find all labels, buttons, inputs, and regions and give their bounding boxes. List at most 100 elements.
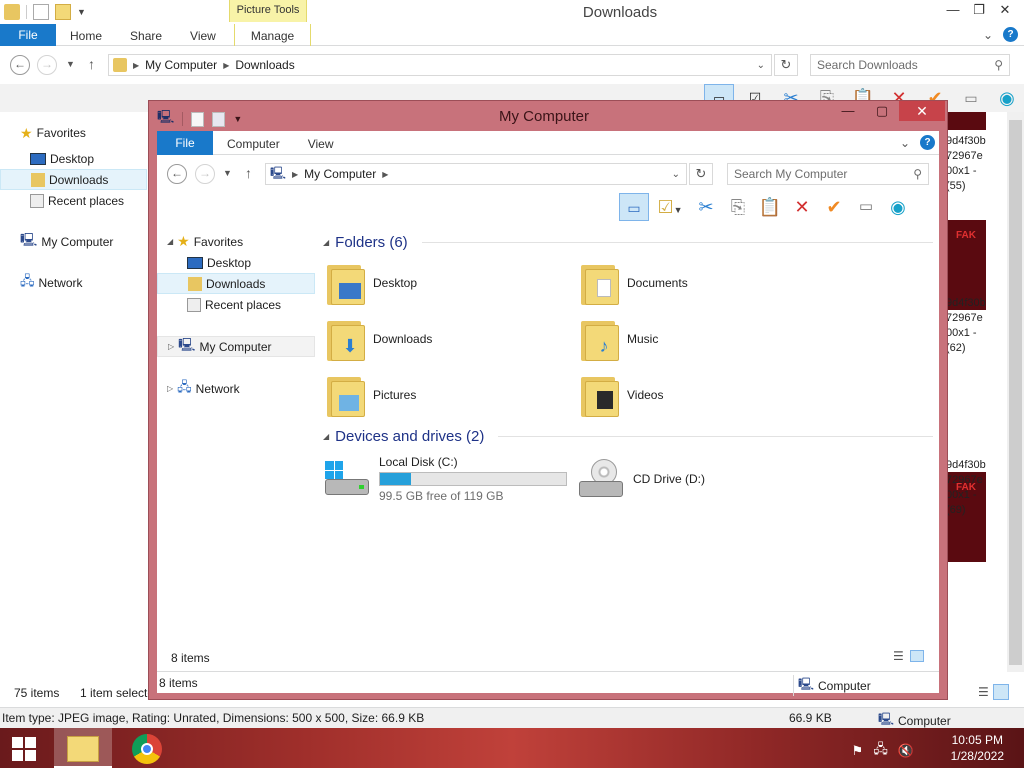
forward-button[interactable]: → — [37, 55, 57, 75]
tab-view[interactable]: View — [294, 132, 348, 154]
folder-desktop[interactable]: Desktop — [323, 255, 577, 311]
search-input[interactable]: Search Downloads ⚲ — [810, 54, 1010, 76]
expand-ribbon-icon[interactable]: ⌄ — [983, 28, 993, 42]
computer-icon: 🖳 — [270, 165, 287, 180]
back-button[interactable]: ← — [167, 164, 187, 184]
minimize-button[interactable]: — — [940, 2, 966, 20]
nav-recent-places[interactable]: Recent places — [0, 190, 147, 211]
back-button[interactable]: ← — [10, 55, 30, 75]
folder-music[interactable]: ♪ Music — [577, 311, 831, 367]
help-icon[interactable]: ? — [920, 135, 935, 150]
system-tray: ⚑ 🖧 🔇 — [852, 740, 914, 762]
large-icons-view-icon[interactable] — [992, 684, 1009, 700]
downloads-titlebar[interactable]: ▼ Downloads Picture Tools — ❐ ✕ — [0, 0, 1024, 24]
breadcrumb-separator-icon: ▶ — [133, 60, 140, 70]
taskbar-file-explorer[interactable] — [54, 728, 112, 768]
close-button[interactable]: ✕ — [992, 2, 1018, 20]
tab-share[interactable]: Share — [116, 24, 176, 46]
chrome-icon — [132, 733, 162, 764]
collapse-group-icon[interactable]: ◢ — [323, 238, 329, 247]
nav-favorites[interactable]: ◢ ★ Favorites — [157, 231, 315, 252]
address-bar[interactable]: ▶ My Computer ▶ Downloads ⌄ — [108, 54, 772, 76]
rename-icon[interactable]: ▭ — [956, 84, 986, 112]
select-all-icon[interactable]: ☑▼ — [651, 193, 689, 221]
address-dropdown-icon[interactable]: ⌄ — [757, 60, 765, 71]
nav-network[interactable]: 🖧 Network — [0, 272, 147, 293]
image-thumbnail[interactable] — [946, 112, 986, 130]
minimize-button[interactable]: — — [831, 101, 865, 121]
nav-desktop[interactable]: Desktop — [0, 148, 147, 169]
tab-home[interactable]: Home — [56, 24, 116, 46]
tab-file[interactable]: File — [0, 23, 56, 46]
copy-icon[interactable]: ⎘ — [723, 193, 753, 221]
cut-icon[interactable]: ✂ — [691, 193, 721, 221]
up-arrow-icon[interactable]: ↑ — [88, 56, 95, 72]
shell-icon[interactable]: ◉ — [883, 193, 913, 221]
expand-ribbon-icon[interactable]: ⌄ — [900, 136, 910, 150]
folder-documents[interactable]: Documents — [577, 255, 831, 311]
shell-icon[interactable]: ◉ — [992, 84, 1022, 112]
breadcrumb-my-computer[interactable]: My Computer — [145, 58, 217, 72]
nav-downloads[interactable]: Downloads — [0, 169, 147, 190]
refresh-button[interactable]: ↻ — [774, 54, 798, 76]
nav-my-computer[interactable]: ▷ 🖳 My Computer — [157, 336, 315, 357]
help-icon[interactable]: ? — [1003, 27, 1018, 42]
breadcrumb-downloads[interactable]: Downloads — [235, 58, 294, 72]
nav-recent-places[interactable]: Recent places — [157, 294, 315, 315]
bg-details-bar: Item type: JPEG image, Rating: Unrated, … — [0, 707, 1024, 728]
item-count: 75 items — [14, 686, 60, 700]
nav-downloads[interactable]: Downloads — [157, 273, 315, 294]
refresh-button[interactable]: ↻ — [689, 163, 713, 185]
paste-icon[interactable]: 📋 — [755, 193, 785, 221]
checkmark-icon[interactable]: ✔ — [819, 193, 849, 221]
collapse-arrow-icon[interactable]: ▷ — [168, 342, 174, 351]
drives-group-header[interactable]: ◢ Devices and drives (2) — [323, 425, 933, 447]
taskbar-chrome[interactable] — [118, 728, 176, 768]
volume-muted-icon[interactable]: 🔇 — [898, 743, 914, 759]
delete-icon[interactable]: ✕ — [787, 193, 817, 221]
tab-manage[interactable]: Manage — [233, 23, 312, 46]
tab-computer[interactable]: Computer — [213, 132, 294, 154]
nav-desktop[interactable]: Desktop — [157, 252, 315, 273]
close-button[interactable]: ✕ — [899, 101, 945, 121]
my-computer-titlebar[interactable]: 🖳 ▼ My Computer — ▢ ✕ — [149, 101, 947, 131]
my-computer-window[interactable]: 🖳 ▼ My Computer — ▢ ✕ File Computer View… — [148, 100, 948, 700]
folder-videos[interactable]: Videos — [577, 367, 831, 423]
start-button[interactable] — [0, 728, 48, 768]
details-view-icon[interactable]: ☰ — [893, 649, 904, 663]
videos-folder-icon — [577, 373, 621, 417]
drive-cd[interactable]: CD Drive (D:) — [577, 453, 831, 505]
action-center-flag-icon[interactable]: ⚑ — [852, 743, 864, 759]
forward-button[interactable]: → — [195, 164, 215, 184]
tab-file[interactable]: File — [157, 130, 213, 155]
folders-group-header[interactable]: ◢ Folders (6) — [323, 231, 933, 253]
nav-network[interactable]: ▷ 🖧 Network — [157, 378, 315, 399]
scrollbar-thumb[interactable] — [1009, 120, 1022, 665]
details-view-icon[interactable]: ☰ — [978, 685, 989, 699]
restore-button[interactable]: ❐ — [966, 2, 992, 20]
clock[interactable]: 10:05 PM 1/28/2022 — [951, 732, 1004, 764]
folder-downloads[interactable]: ⬇ Downloads — [323, 311, 577, 367]
address-dropdown-icon[interactable]: ⌄ — [672, 169, 680, 180]
preview-pane-icon[interactable]: ▭ — [619, 193, 649, 221]
drive-local-disk[interactable]: Local Disk (C:) 99.5 GB free of 119 GB — [323, 453, 583, 505]
breadcrumb-my-computer[interactable]: My Computer — [304, 167, 376, 181]
recent-locations-icon[interactable]: ▼ — [66, 59, 75, 69]
network-status-icon[interactable]: 🖧 — [873, 740, 888, 762]
folder-pictures[interactable]: Pictures — [323, 367, 577, 423]
tab-view[interactable]: View — [176, 24, 234, 46]
collapse-group-icon[interactable]: ◢ — [323, 432, 329, 441]
star-icon: ★ — [177, 233, 190, 249]
recent-locations-icon[interactable]: ▼ — [223, 168, 232, 178]
nav-my-computer[interactable]: 🖳 My Computer — [0, 231, 147, 252]
up-arrow-icon[interactable]: ↑ — [245, 165, 252, 181]
address-bar[interactable]: 🖳 ▶ My Computer ▶ ⌄ — [265, 163, 687, 185]
maximize-button[interactable]: ▢ — [865, 101, 899, 121]
rename-icon[interactable]: ▭ — [851, 193, 881, 221]
tiles-view-icon[interactable] — [909, 650, 924, 662]
search-input[interactable]: Search My Computer ⚲ — [727, 163, 929, 185]
collapse-arrow-icon[interactable]: ▷ — [167, 384, 173, 393]
nav-favorites[interactable]: ★ Favorites — [0, 118, 147, 148]
expand-arrow-icon[interactable]: ◢ — [167, 237, 173, 246]
fg-navigation-pane: ◢ ★ Favorites Desktop Downloads Recent p… — [157, 231, 315, 399]
